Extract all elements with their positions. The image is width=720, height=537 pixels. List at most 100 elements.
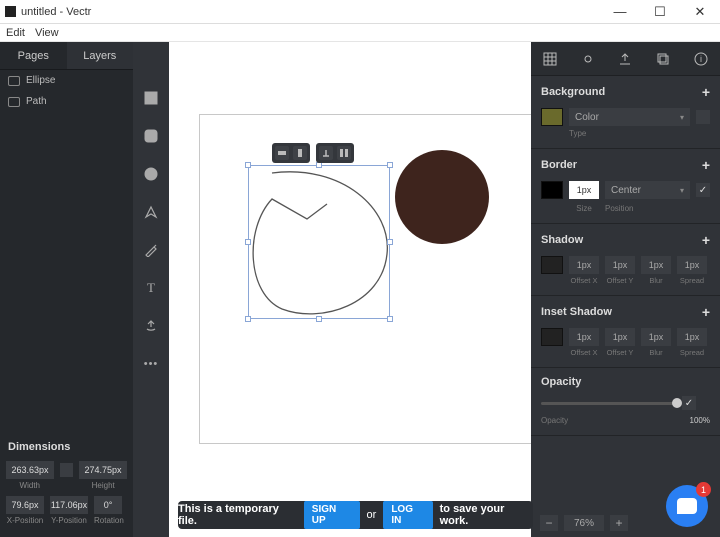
right-panel: i Background + Color▾ Type Border + bbox=[531, 42, 720, 537]
opacity-title: Opacity bbox=[541, 376, 581, 388]
shadow-spread-input[interactable]: 1px bbox=[677, 256, 707, 274]
opacity-visible-toggle[interactable]: ✓ bbox=[682, 396, 696, 410]
close-button[interactable]: ✕ bbox=[680, 0, 720, 24]
opacity-label: Opacity bbox=[541, 416, 568, 425]
rounded-rect-tool-icon[interactable] bbox=[143, 128, 159, 144]
pen-tool-icon[interactable] bbox=[143, 204, 159, 220]
resize-handle-nw[interactable] bbox=[245, 162, 251, 168]
ellipse-shape[interactable] bbox=[395, 150, 489, 244]
resize-handle-ne[interactable] bbox=[387, 162, 393, 168]
shadow-offsety-input[interactable]: 1px bbox=[605, 256, 635, 274]
banner-post-text: to save your work. bbox=[440, 503, 533, 527]
add-shadow-button[interactable]: + bbox=[702, 232, 710, 248]
upload-tool-icon[interactable] bbox=[143, 318, 159, 334]
border-size-input[interactable] bbox=[569, 181, 599, 199]
inset-shadow-title: Inset Shadow bbox=[541, 306, 612, 318]
text-tool-icon[interactable]: T bbox=[143, 280, 159, 296]
opacity-value: 100% bbox=[690, 416, 710, 425]
resize-handle-e[interactable] bbox=[387, 239, 393, 245]
align-vertical-icon[interactable] bbox=[293, 146, 307, 160]
canvas-area[interactable] bbox=[169, 42, 531, 537]
grid-icon[interactable] bbox=[540, 49, 560, 69]
border-swatch[interactable] bbox=[541, 181, 563, 199]
menu-view[interactable]: View bbox=[35, 27, 59, 39]
chat-launcher[interactable]: 1 bbox=[666, 485, 708, 527]
shadow-title: Shadow bbox=[541, 234, 583, 246]
x-label: X-Position bbox=[6, 516, 44, 525]
chat-badge: 1 bbox=[696, 482, 711, 497]
copy-icon[interactable] bbox=[653, 49, 673, 69]
chat-icon bbox=[677, 498, 697, 514]
add-background-button[interactable]: + bbox=[702, 84, 710, 100]
signup-button[interactable]: SIGN UP bbox=[304, 501, 360, 529]
svg-text:i: i bbox=[700, 54, 702, 64]
menu-edit[interactable]: Edit bbox=[6, 27, 25, 39]
background-type-select[interactable]: Color▾ bbox=[569, 108, 690, 126]
inset-offsetx-input[interactable]: 1px bbox=[569, 328, 599, 346]
distribute-icon[interactable] bbox=[337, 146, 351, 160]
inset-ox-label: Offset X bbox=[569, 348, 599, 357]
resize-handle-sw[interactable] bbox=[245, 316, 251, 322]
info-icon[interactable]: i bbox=[691, 49, 711, 69]
resize-handle-s[interactable] bbox=[316, 316, 322, 322]
pencil-tool-icon[interactable] bbox=[143, 242, 159, 258]
add-border-button[interactable]: + bbox=[702, 157, 710, 173]
inset-blur-input[interactable]: 1px bbox=[641, 328, 671, 346]
resize-handle-w[interactable] bbox=[245, 239, 251, 245]
inset-offsety-input[interactable]: 1px bbox=[605, 328, 635, 346]
layer-thumb-icon bbox=[8, 97, 20, 107]
tab-layers[interactable]: Layers bbox=[67, 42, 134, 69]
shadow-offsetx-input[interactable]: 1px bbox=[569, 256, 599, 274]
border-position-select[interactable]: Center▾ bbox=[605, 181, 690, 199]
more-tools-icon[interactable]: ••• bbox=[143, 356, 159, 372]
tab-pages[interactable]: Pages bbox=[0, 42, 67, 69]
dimensions-panel: Dimensions Width Height X-Position Y-Pos… bbox=[0, 431, 133, 537]
inset-swatch[interactable] bbox=[541, 328, 563, 346]
background-type-label: Type bbox=[569, 129, 710, 138]
shadow-swatch[interactable] bbox=[541, 256, 563, 274]
inset-spread-label: Spread bbox=[677, 348, 707, 357]
rectangle-tool-icon[interactable] bbox=[143, 90, 159, 106]
align-horizontal-icon[interactable] bbox=[275, 146, 289, 160]
selection-bbox[interactable] bbox=[248, 165, 390, 319]
y-position-input[interactable] bbox=[50, 496, 88, 514]
layer-item-path[interactable]: Path bbox=[0, 91, 133, 112]
add-inset-shadow-button[interactable]: + bbox=[702, 304, 710, 320]
layer-item-ellipse[interactable]: Ellipse bbox=[0, 70, 133, 91]
y-label: Y-Position bbox=[50, 516, 88, 525]
export-icon[interactable] bbox=[615, 49, 635, 69]
resize-handle-se[interactable] bbox=[387, 316, 393, 322]
minimize-button[interactable]: — bbox=[600, 0, 640, 24]
height-input[interactable] bbox=[79, 461, 127, 479]
shadow-blur-label: Blur bbox=[641, 276, 671, 285]
maximize-button[interactable]: ☐ bbox=[640, 0, 680, 24]
background-section: Background + Color▾ Type bbox=[531, 76, 720, 149]
rotation-input[interactable] bbox=[94, 496, 122, 514]
zoom-out-button[interactable]: − bbox=[540, 515, 558, 531]
shadow-section: Shadow + 1px 1px 1px 1px Offset X Offset… bbox=[531, 224, 720, 296]
shadow-spread-label: Spread bbox=[677, 276, 707, 285]
ellipse-tool-icon[interactable] bbox=[143, 166, 159, 182]
zoom-in-button[interactable]: + bbox=[610, 515, 628, 531]
x-position-input[interactable] bbox=[6, 496, 44, 514]
shadow-ox-label: Offset X bbox=[569, 276, 599, 285]
opacity-slider[interactable] bbox=[541, 402, 676, 405]
background-swatch[interactable] bbox=[541, 108, 563, 126]
login-button[interactable]: LOG IN bbox=[383, 501, 432, 529]
opacity-section: Opacity ✓ Opacity 100% bbox=[531, 368, 720, 436]
canvas-page[interactable] bbox=[199, 114, 531, 444]
opacity-slider-thumb[interactable] bbox=[672, 398, 682, 408]
window-title: untitled - Vectr bbox=[21, 6, 600, 18]
border-section: Border + Center▾ ✓ Size Position bbox=[531, 149, 720, 224]
inset-spread-input[interactable]: 1px bbox=[677, 328, 707, 346]
border-visible-toggle[interactable]: ✓ bbox=[696, 183, 710, 197]
zoom-value[interactable]: 76% bbox=[564, 515, 604, 531]
background-visible-toggle[interactable] bbox=[696, 110, 710, 124]
width-input[interactable] bbox=[6, 461, 54, 479]
aspect-lock-toggle[interactable] bbox=[60, 463, 73, 477]
shadow-blur-input[interactable]: 1px bbox=[641, 256, 671, 274]
arrange-icon[interactable] bbox=[319, 146, 333, 160]
link-icon[interactable] bbox=[578, 49, 598, 69]
inset-blur-label: Blur bbox=[641, 348, 671, 357]
border-title: Border bbox=[541, 159, 577, 171]
